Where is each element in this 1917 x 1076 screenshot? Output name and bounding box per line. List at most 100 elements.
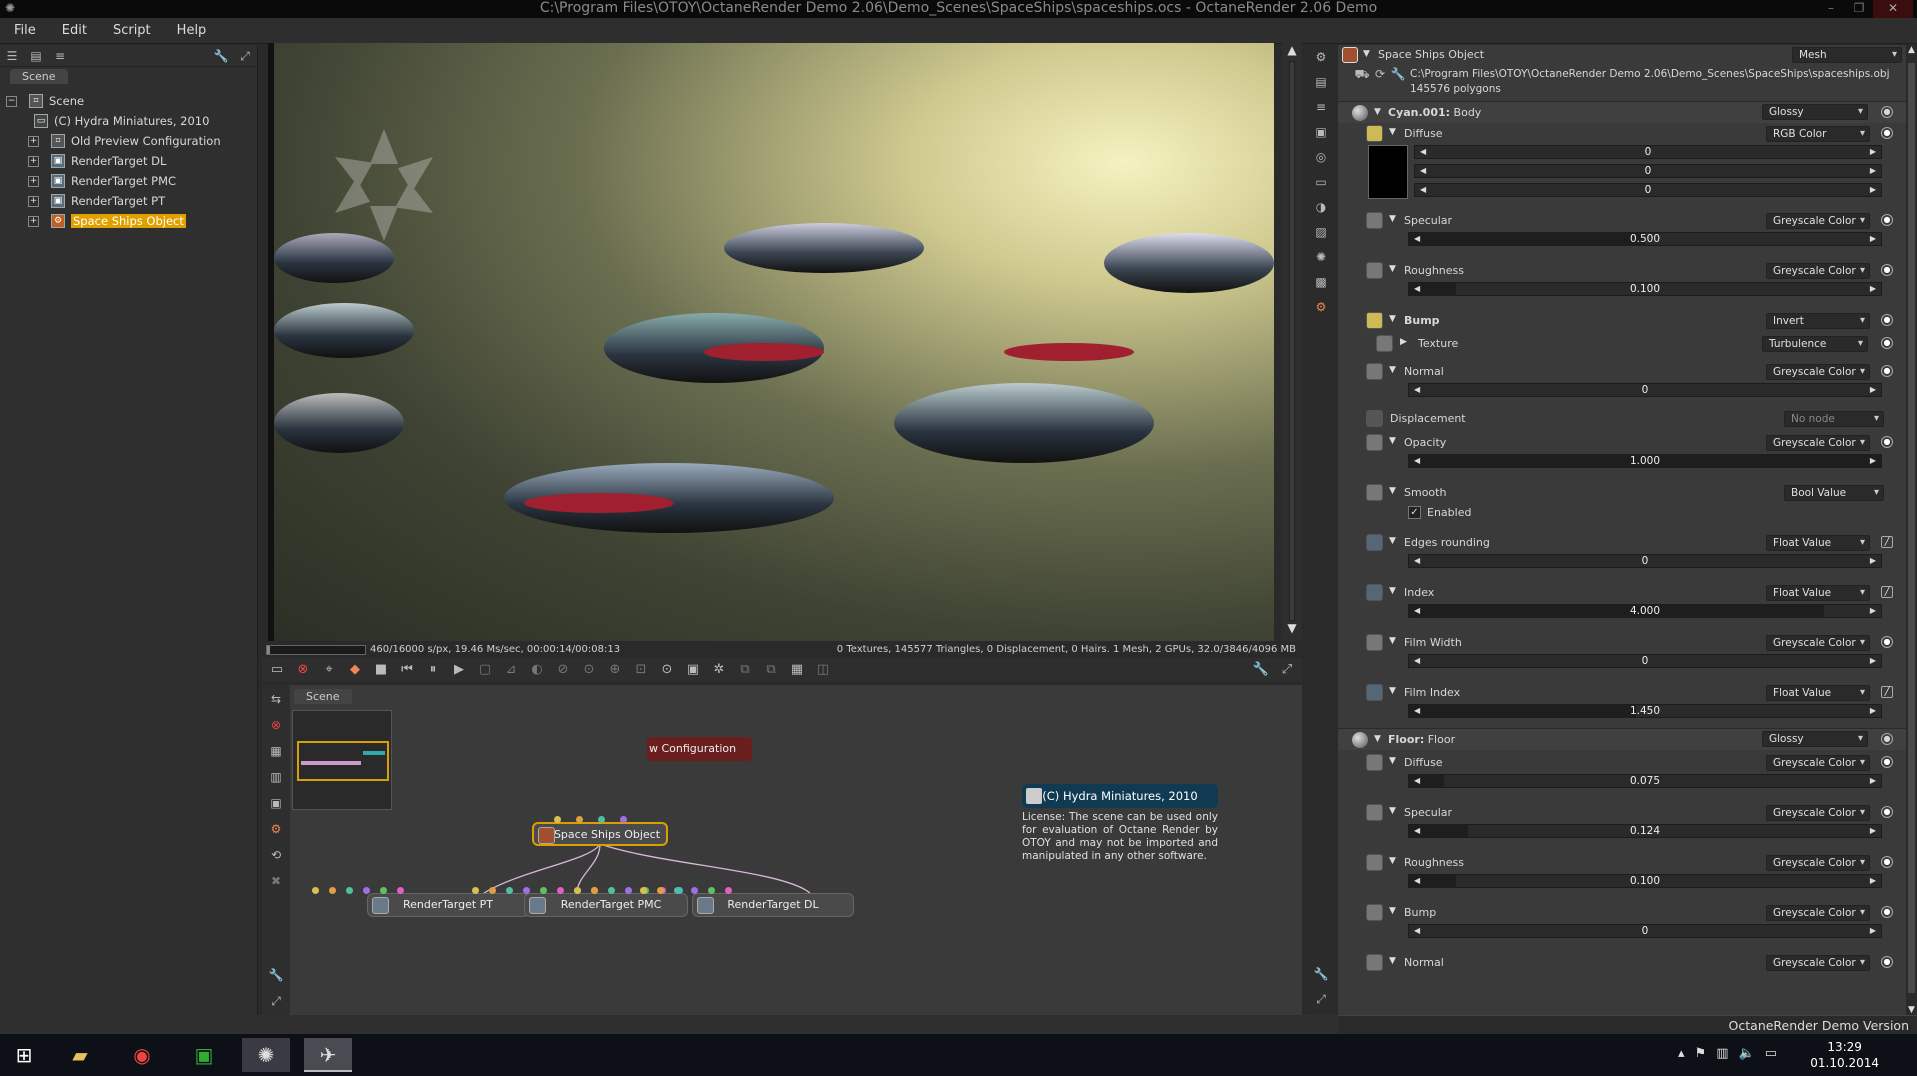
collapse-triangle-icon[interactable]: ▼	[1389, 856, 1396, 866]
play-icon[interactable]: ▶	[450, 662, 468, 678]
file-explorer-icon[interactable]: ▰	[56, 1038, 104, 1072]
collapse-triangle-icon[interactable]: ▼	[1389, 365, 1396, 375]
node-input-pin[interactable]	[640, 887, 647, 894]
save-image-icon[interactable]: ⧉	[736, 662, 754, 678]
outliner-collapse-icon[interactable]: ≡	[52, 48, 68, 64]
param-type-dropdown[interactable]: Bool Value	[1784, 485, 1884, 501]
collapse-triangle-icon[interactable]: ▼	[1389, 536, 1396, 546]
collapse-triangle-icon[interactable]: ▼	[1389, 686, 1396, 696]
wrench-icon[interactable]: 🔧	[1390, 66, 1406, 82]
collapse-triangle-icon[interactable]: ▼	[1389, 214, 1396, 224]
tree-item-scene[interactable]: − ⌗ Scene	[6, 91, 257, 111]
tab-scene[interactable]: Scene	[10, 69, 68, 84]
link-icon[interactable]: ╱	[1881, 686, 1893, 698]
node-input-pin[interactable]	[657, 887, 664, 894]
node-input-pin[interactable]	[380, 887, 387, 894]
pause-icon[interactable]: ⏸	[424, 662, 442, 678]
collapse-triangle-icon[interactable]: ▼	[1389, 636, 1396, 646]
stack-icon[interactable]: ≡	[1313, 99, 1329, 115]
param-type-dropdown[interactable]: Greyscale Color	[1766, 755, 1870, 771]
camera-icon[interactable]: ▭	[268, 662, 286, 678]
rendertarget-pmc-node[interactable]: RenderTarget PMC	[524, 893, 688, 917]
index-slider[interactable]: ◀ 4.000 ▶	[1408, 604, 1882, 618]
eye-icon[interactable]: ●	[1881, 365, 1893, 377]
light-icon[interactable]: ✺	[1313, 249, 1329, 265]
wrench-icon[interactable]: 🔧	[1313, 966, 1329, 982]
collapse-triangle-icon[interactable]: ▼	[1389, 127, 1396, 137]
param-type-dropdown[interactable]: Greyscale Color	[1766, 435, 1870, 451]
node-input-pin[interactable]	[346, 887, 353, 894]
expand-icon[interactable]: +	[28, 175, 39, 187]
stop-icon[interactable]: ■	[372, 662, 390, 678]
node-input-pin[interactable]	[329, 887, 336, 894]
comment-node-header[interactable]: (C) Hydra Miniatures, 2010	[1022, 784, 1218, 808]
tree-item-space-ships[interactable]: + ⚙ Space Ships Object	[6, 211, 257, 231]
outliner-layers-icon[interactable]: ▤	[28, 48, 44, 64]
scroll-down-arrow[interactable]: ▼	[1906, 1005, 1917, 1015]
collapse-icon[interactable]: −	[6, 95, 17, 107]
eye-icon[interactable]: ●	[1881, 956, 1893, 968]
clay-icon[interactable]: ◫	[814, 662, 832, 678]
scroll-up-arrow[interactable]: ▲	[1282, 43, 1302, 59]
imager-icon[interactable]: ▩	[1313, 274, 1329, 290]
node-input-pin[interactable]	[363, 887, 370, 894]
collapse-triangle-icon[interactable]: ▼	[1389, 956, 1396, 966]
zoom-icon[interactable]: ⊙	[658, 662, 676, 678]
fullscreen-icon[interactable]: ⤢	[237, 48, 253, 64]
show-hidden-icons[interactable]: ▴	[1678, 1046, 1695, 1061]
fullscreen-icon[interactable]: ⤢	[1313, 991, 1329, 1007]
eye-icon[interactable]: ●	[1881, 127, 1893, 139]
wrench-icon[interactable]: 🔧	[213, 48, 229, 64]
material-picker-icon[interactable]: ◐	[528, 662, 546, 678]
tree-item-rt-pmc[interactable]: + ▣ RenderTarget PMC	[6, 171, 257, 191]
eye-icon[interactable]: ●	[1881, 214, 1893, 226]
wrench-icon[interactable]: 🔧	[1252, 662, 1270, 678]
load-icon[interactable]: ⛟	[1354, 66, 1370, 82]
color-cube-icon[interactable]: ◆	[346, 662, 364, 678]
expand-icon[interactable]: +	[28, 155, 39, 167]
expand-icon[interactable]: +	[28, 135, 39, 147]
rgb-b-slider[interactable]: ◀ 0 ▶	[1414, 183, 1882, 197]
eye-icon[interactable]: ●	[1881, 906, 1893, 918]
node-input-pin[interactable]	[608, 887, 615, 894]
normal-slider[interactable]: ◀ 0 ▶	[1408, 383, 1882, 397]
param-type-dropdown[interactable]: Greyscale Color	[1766, 955, 1870, 971]
focus-icon[interactable]: ⌖	[320, 662, 338, 678]
eye-icon[interactable]: ●	[1881, 856, 1893, 868]
param-type-dropdown[interactable]: No node	[1784, 411, 1884, 427]
copy-icon[interactable]: ⧉	[762, 662, 780, 678]
scroll-up-arrow[interactable]: ▲	[1906, 45, 1917, 55]
scroll-down-arrow[interactable]: ▼	[1282, 621, 1302, 637]
white-balance-icon[interactable]: ⊕	[606, 662, 624, 678]
smooth-enabled-checkbox-row[interactable]: ✓ Enabled	[1408, 506, 1471, 519]
floor-diffuse-slider[interactable]: ◀ 0.075 ▶	[1408, 774, 1882, 788]
edges-rounding-slider[interactable]: ◀ 0 ▶	[1408, 554, 1882, 568]
collapse-triangle-icon[interactable]: ▼	[1389, 756, 1396, 766]
param-type-dropdown[interactable]: Float Value	[1766, 585, 1870, 601]
render-image[interactable]	[274, 43, 1274, 641]
scrollbar-thumb[interactable]	[1908, 63, 1915, 993]
image-icon[interactable]: ▣	[1313, 124, 1329, 140]
menu-script[interactable]: Script	[113, 23, 151, 38]
store-icon[interactable]: ▣	[180, 1038, 228, 1072]
expand-icon[interactable]: +	[28, 195, 39, 207]
restart-icon[interactable]: ⏮	[398, 662, 416, 678]
monitor-icon[interactable]: ▭	[1313, 174, 1329, 190]
param-type-dropdown[interactable]: Float Value	[1766, 685, 1870, 701]
param-type-dropdown[interactable]: Greyscale Color	[1766, 635, 1870, 651]
lock-icon[interactable]: ✲	[710, 662, 728, 678]
rgb-r-slider[interactable]: ◀ 0 ▶	[1414, 145, 1882, 159]
param-type-dropdown[interactable]: Float Value	[1766, 535, 1870, 551]
param-type-dropdown[interactable]: RGB Color	[1766, 126, 1870, 142]
menu-file[interactable]: File	[14, 23, 36, 38]
param-type-dropdown[interactable]: Greyscale Color	[1766, 213, 1870, 229]
node-input-pin[interactable]	[708, 887, 715, 894]
region-icon[interactable]: ▢	[476, 662, 494, 678]
collapse-triangle-icon[interactable]: ▼	[1389, 906, 1396, 916]
rendertarget-dl-node[interactable]: RenderTarget DL	[692, 893, 854, 917]
object-picker-icon[interactable]: ⊘	[554, 662, 572, 678]
collapse-triangle-icon[interactable]: ▼	[1374, 734, 1381, 744]
tree-item-rt-pt[interactable]: + ▣ RenderTarget PT	[6, 191, 257, 211]
collapse-triangle-icon[interactable]: ▼	[1389, 264, 1396, 274]
eye-icon[interactable]: ●	[1881, 264, 1893, 276]
